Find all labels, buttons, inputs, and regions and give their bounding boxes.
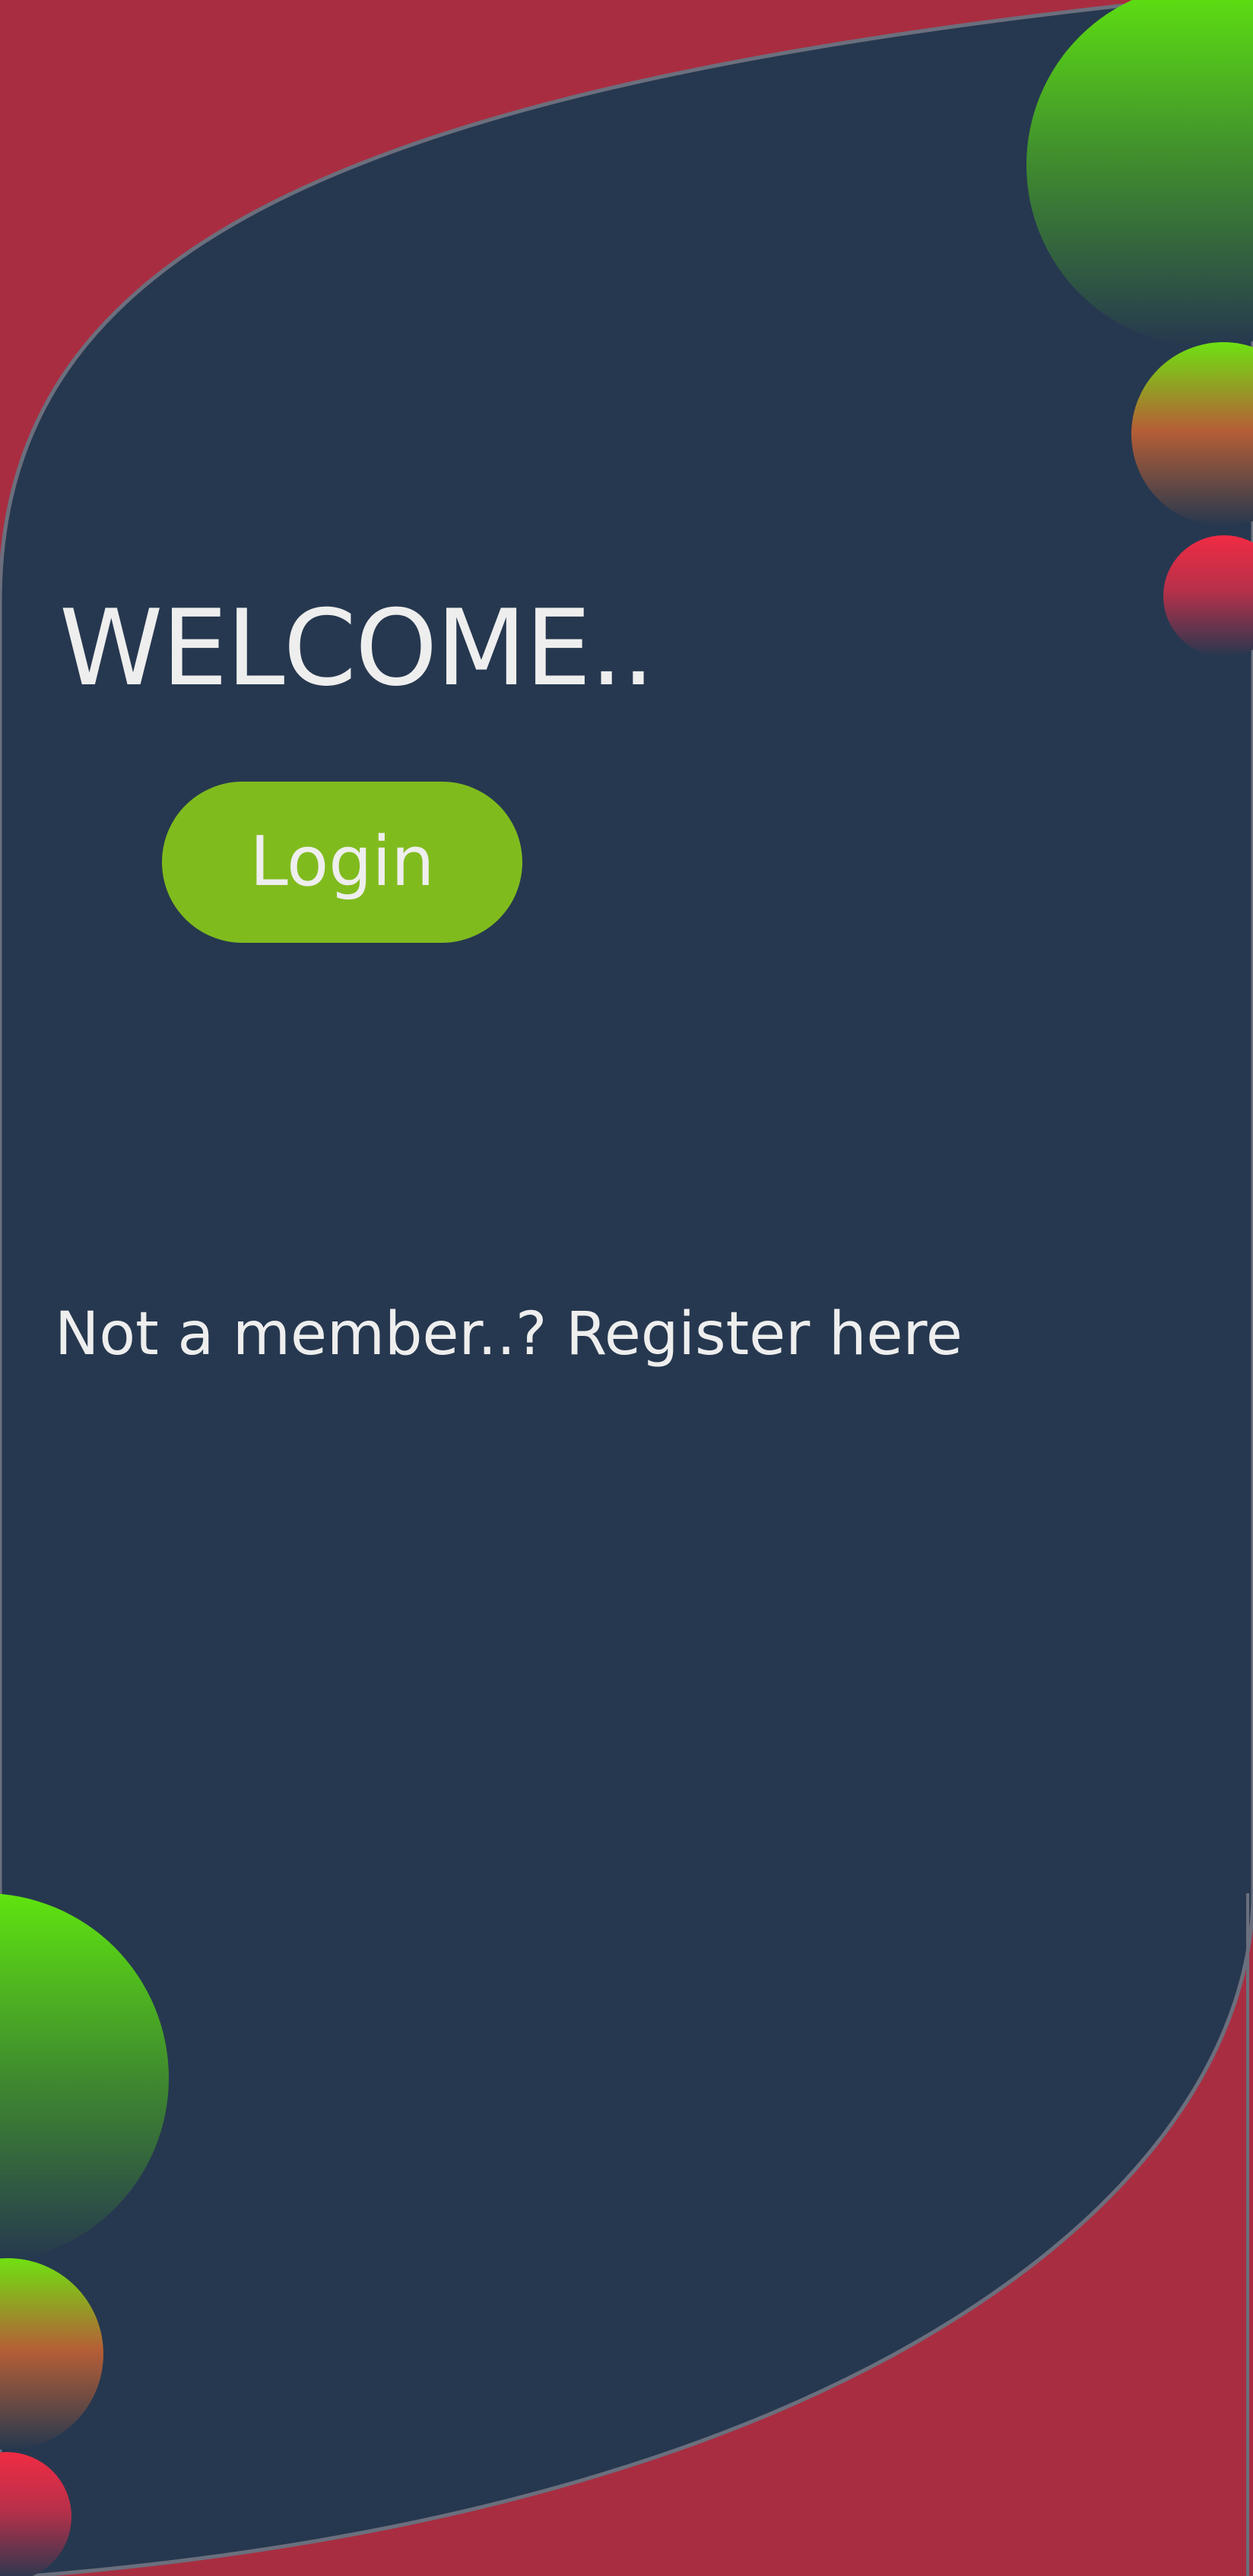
- register-link[interactable]: Not a member..? Register here: [55, 1293, 963, 1376]
- login-button[interactable]: Login: [162, 782, 522, 943]
- welcome-screen: WELCOME.. Login Not a member..? Register…: [0, 0, 1253, 2576]
- background-panel: [0, 0, 1253, 2576]
- background-curve-shape: [0, 0, 1253, 2576]
- welcome-heading: WELCOME..: [59, 587, 655, 709]
